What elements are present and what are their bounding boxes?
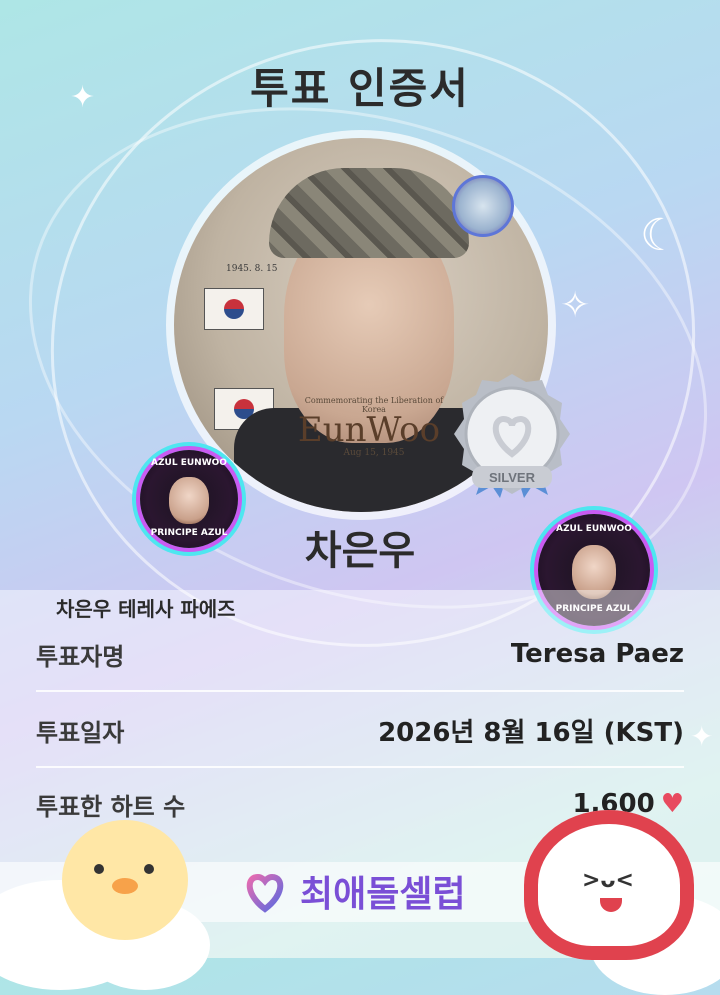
photo-date: Aug 15, 1945 xyxy=(343,448,405,458)
brand-logo-text: 최애돌셀럽 xyxy=(300,874,466,915)
fan-name: 차은우 테레사 파에즈 xyxy=(56,597,236,621)
row-value: 2026년 8월 16일 (KST) xyxy=(378,717,684,748)
photo-year-note: 1945. 8. 15 xyxy=(226,264,278,274)
row-label: 투표자명 xyxy=(36,642,125,671)
row-value: Teresa Paez xyxy=(510,639,684,669)
artist-name: 차은우 xyxy=(304,528,416,574)
brand-logo: 최애돌셀럽 xyxy=(240,868,466,915)
silver-medal-icon: SILVER xyxy=(454,374,570,498)
row-label: 투표한 하트 수 xyxy=(36,792,186,821)
certificate-title: 투표 인증서 xyxy=(250,64,470,113)
divider xyxy=(36,690,684,692)
sparkle-icon: ☾ xyxy=(640,210,680,261)
flag-image xyxy=(204,288,264,330)
row-label: 투표일자 xyxy=(36,718,125,747)
fan-mini-badge xyxy=(452,175,514,237)
vote-date-row: 투표일자 2026년 8월 16일 (KST) xyxy=(36,700,684,760)
photo-brand: EunWoo xyxy=(297,410,441,450)
divider xyxy=(36,766,684,768)
bunny-character: >ᴗ< xyxy=(524,810,694,960)
chick-character xyxy=(62,820,188,940)
heart-logo-icon xyxy=(246,873,284,913)
medal-label: SILVER xyxy=(489,470,536,485)
heart-icon: ♥ xyxy=(660,789,684,819)
voter-name-row: 투표자명 Teresa Paez xyxy=(36,624,684,684)
sparkle-icon: ✧ xyxy=(560,285,591,326)
